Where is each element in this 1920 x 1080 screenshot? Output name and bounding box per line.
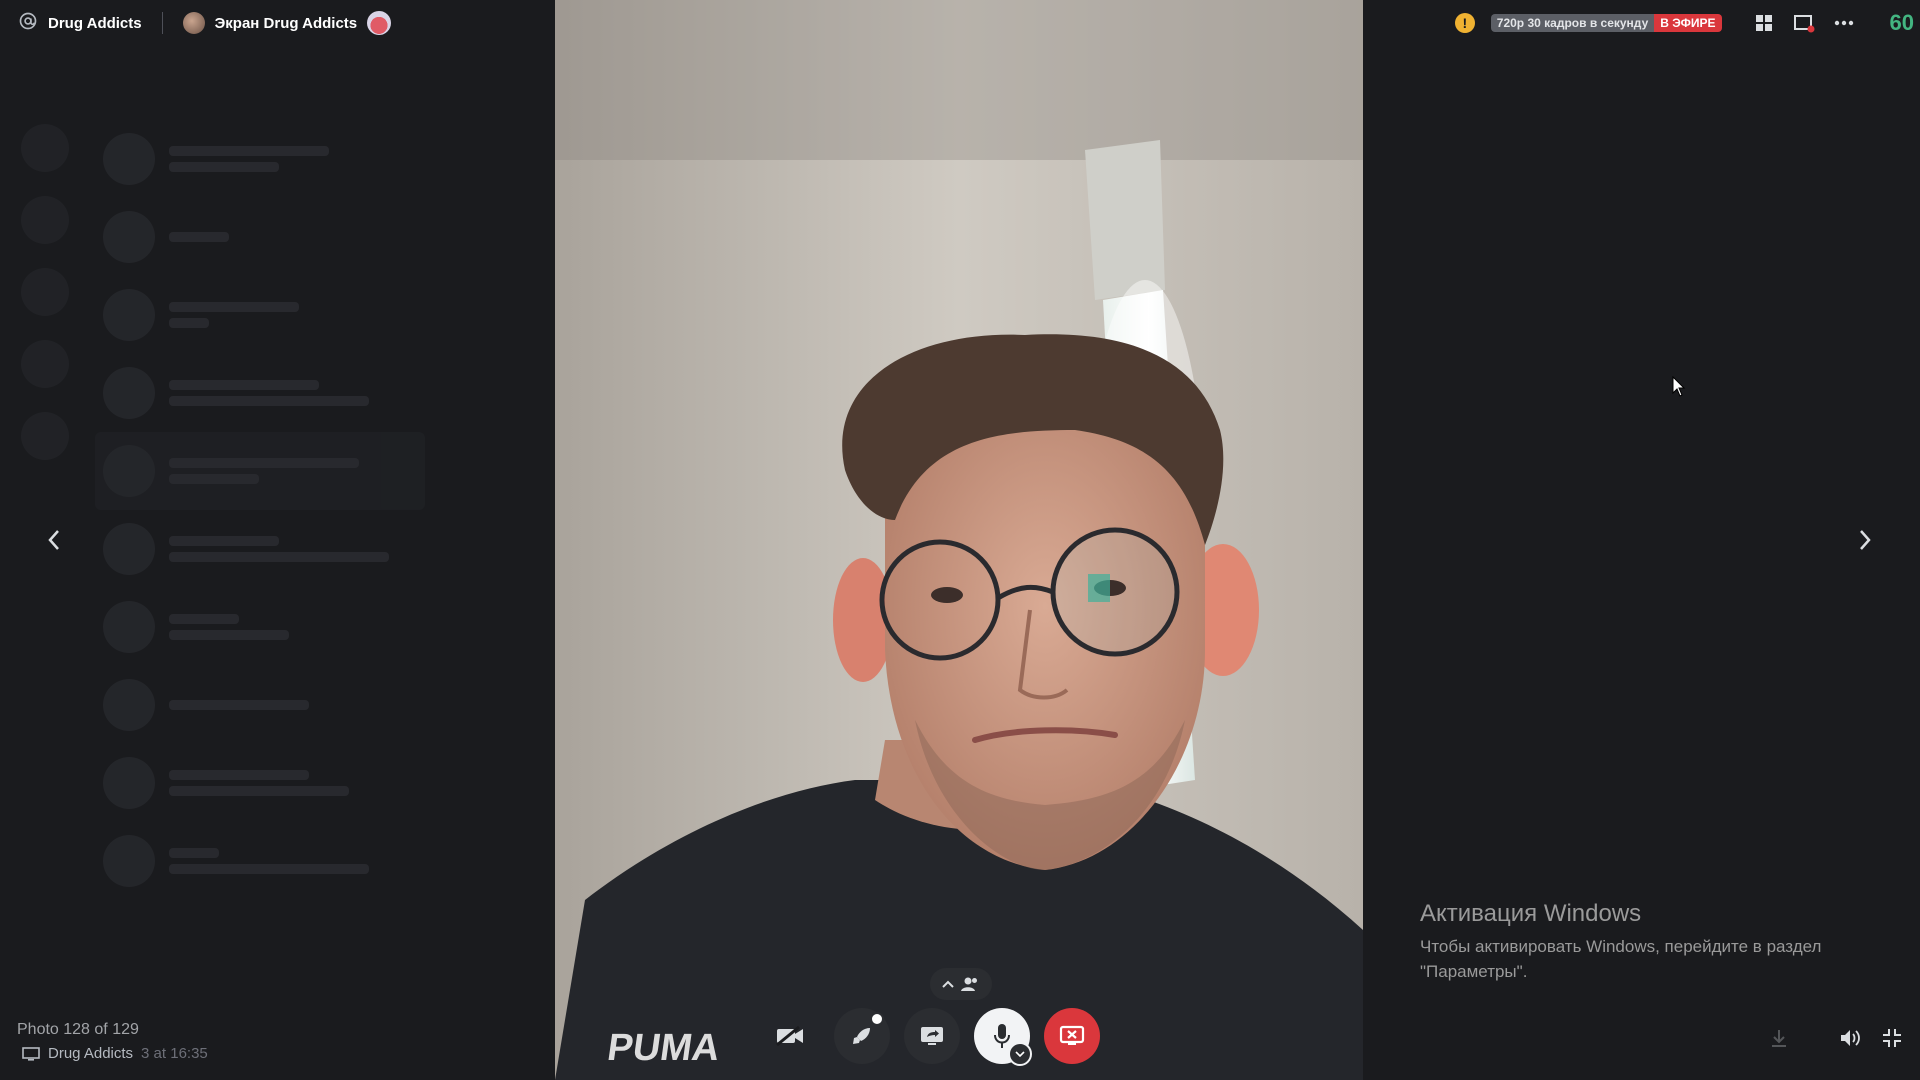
watermark-body: Чтобы активировать Windows, перейдите в … — [1420, 937, 1822, 981]
grid-layout-icon[interactable] — [1752, 11, 1776, 35]
svg-text:PUMA: PUMA — [605, 1026, 723, 1069]
viewer-avatar[interactable] — [367, 11, 392, 35]
channel-chip-label: Drug Addicts — [48, 1045, 134, 1062]
warning-icon[interactable]: ! — [1454, 13, 1475, 33]
participants-icon — [961, 977, 977, 991]
chevron-up-icon — [942, 980, 954, 988]
rocket-icon — [853, 1028, 870, 1044]
at-icon — [18, 11, 38, 36]
popout-window-icon[interactable] — [1792, 11, 1816, 35]
mouse-cursor-icon — [1672, 375, 1686, 403]
windows-activation-watermark: Активация Windows Чтобы активировать Win… — [1420, 900, 1880, 984]
server-name[interactable]: Drug Addicts — [48, 15, 142, 32]
mic-options-chevron[interactable] — [1008, 1042, 1032, 1066]
camera-off-icon — [776, 1025, 803, 1047]
dm-list — [95, 120, 425, 900]
participants-toggle[interactable] — [930, 968, 992, 1000]
previous-arrow-icon[interactable] — [38, 524, 70, 556]
notification-dot — [870, 1012, 884, 1026]
volume-icon[interactable] — [1836, 1024, 1864, 1052]
stop-stream-button[interactable] — [1044, 1008, 1100, 1064]
activity-button[interactable] — [834, 1008, 890, 1064]
mic-icon — [994, 1024, 1010, 1048]
screen-share-icon — [921, 1027, 943, 1045]
stop-stream-icon — [1059, 1025, 1085, 1045]
streamer-avatar — [182, 12, 205, 34]
quality-badge: 720p 30 кадров в секунду — [1490, 14, 1655, 32]
screen-icon — [22, 1046, 40, 1061]
watermark-title: Активация Windows — [1420, 900, 1642, 927]
screen-share-button[interactable] — [904, 1008, 960, 1064]
photo-counter: Photo 128 of 129 — [17, 1021, 139, 1038]
live-badge: В ЭФИРЕ — [1654, 14, 1722, 32]
microphone-button[interactable] — [974, 1008, 1032, 1066]
timestamp-fragment: 3 at 16:35 — [141, 1045, 208, 1062]
stream-frame: PUMA — [555, 0, 1363, 1080]
fps-counter: 60 — [1889, 10, 1914, 35]
more-icon[interactable] — [1832, 11, 1856, 35]
download-icon[interactable] — [1765, 1024, 1793, 1052]
call-controls — [760, 1008, 1100, 1066]
camera-button[interactable] — [760, 1008, 820, 1064]
channel-chip[interactable]: Drug Addicts 3 at 16:35 — [22, 1045, 208, 1062]
next-arrow-icon[interactable] — [1849, 524, 1881, 556]
divider — [161, 12, 163, 34]
stream-top-bar: Drug Addicts Экран Drug Addicts ! 720p 3… — [0, 0, 1920, 46]
stream-title: Экран Drug Addicts — [214, 14, 358, 32]
stream-video[interactable]: PUMA — [555, 0, 1363, 1080]
exit-fullscreen-icon[interactable] — [1878, 1024, 1906, 1052]
